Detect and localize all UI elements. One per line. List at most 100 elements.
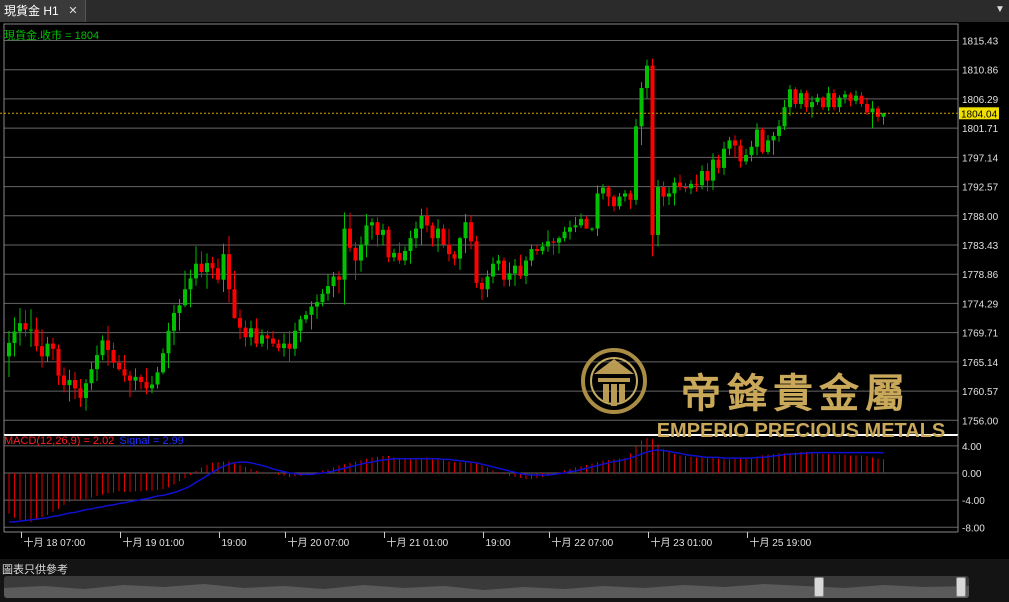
tab-chart[interactable]: 現貨金 H1 ✕ <box>0 0 86 22</box>
candle-body <box>568 227 572 232</box>
candle-body <box>595 193 600 229</box>
candle-body <box>45 343 50 357</box>
price-tick-label: 1765.14 <box>962 358 999 369</box>
candle-body <box>95 355 99 370</box>
candle-body <box>733 140 737 146</box>
candle-body <box>128 375 132 381</box>
navigator-scrollbar[interactable] <box>4 576 969 598</box>
candle-body <box>859 95 864 104</box>
candle-body <box>562 231 567 239</box>
candle <box>634 118 638 205</box>
price-tick-label: 1801.71 <box>962 124 999 135</box>
candle-body <box>78 388 83 398</box>
candle-body <box>480 282 484 290</box>
candle-body <box>133 376 138 381</box>
x-tick-label: 十月 20 07:00 <box>288 536 350 549</box>
candle-body <box>645 65 649 88</box>
candle-body <box>89 369 94 384</box>
navigator-left-handle[interactable] <box>814 577 824 597</box>
tab-label: 現貨金 H1 <box>4 4 59 18</box>
footer-note: 圖表只供參考 <box>2 564 68 576</box>
candle-body <box>700 171 704 186</box>
menu-arrow-icon[interactable]: ▼ <box>995 2 1005 18</box>
candle-body <box>540 246 545 251</box>
candle-body <box>661 187 666 197</box>
candle-body <box>881 113 886 117</box>
candle-body <box>62 375 66 386</box>
candle <box>474 235 479 288</box>
chart-area[interactable]: 1815.43 1810.86 1806.29 1801.71 1797.14 1792.… <box>0 22 1009 559</box>
candle-body <box>694 183 699 186</box>
candle-body <box>260 335 264 344</box>
candle-body <box>436 228 440 239</box>
candle-body <box>18 323 22 332</box>
x-tick-label: 十月 25 19:00 <box>750 536 812 549</box>
brand-name-en: EMPERIO PRECIOUS METALS <box>657 420 946 442</box>
candle-body <box>364 225 369 245</box>
candle-body <box>755 129 759 147</box>
candle-body <box>320 293 325 303</box>
candle-body <box>271 338 275 344</box>
candle-body <box>760 129 765 152</box>
candle-body <box>815 97 820 103</box>
candle-body <box>628 193 633 200</box>
candle <box>386 226 391 263</box>
candle-body <box>848 94 853 101</box>
x-tick-label: 十月 19 01:00 <box>123 536 185 549</box>
candle-body <box>590 228 594 230</box>
candle-body <box>183 289 187 306</box>
x-tick-label: 十月 18 07:00 <box>24 536 86 549</box>
candle-body <box>529 249 534 261</box>
candle-body <box>287 343 292 349</box>
candle-body <box>738 145 743 162</box>
macd-tick-label: 4.00 <box>962 442 982 453</box>
macd-tick-label: 0.00 <box>962 469 982 480</box>
candle-body <box>7 342 11 357</box>
brand-name-cn: 帝鋒貴金屬 <box>681 370 911 417</box>
price-tick-label: 1783.43 <box>962 241 999 252</box>
candle-body <box>452 254 457 259</box>
candle-body <box>122 369 127 376</box>
price-tick-label: 1815.43 <box>962 37 999 48</box>
candle-body <box>188 278 193 290</box>
candle-body <box>111 350 116 363</box>
x-tick-label: 十月 23 01:00 <box>651 536 713 549</box>
candle-body <box>551 241 556 243</box>
candle-body <box>601 187 605 194</box>
candle-body <box>617 196 622 207</box>
candle-body <box>397 252 402 261</box>
candle-body <box>441 228 446 245</box>
candle-body <box>227 254 231 290</box>
candle-body <box>507 273 512 280</box>
candle-body <box>584 218 589 229</box>
price-tick-label: 1806.29 <box>962 95 999 106</box>
candle-body <box>155 372 160 385</box>
navigator-right-handle[interactable] <box>956 577 966 597</box>
price-tick-label: 1769.71 <box>962 329 999 340</box>
candle-body <box>265 335 270 339</box>
price-tick-label: 1778.86 <box>962 270 999 281</box>
footer: 圖表只供參考 <box>0 559 1009 602</box>
candle-body <box>799 93 803 104</box>
candle-body <box>370 222 374 226</box>
candle-body <box>326 286 330 294</box>
candle-body <box>216 268 220 280</box>
candle-body <box>199 263 204 273</box>
candle-body <box>463 222 468 239</box>
candle-body <box>29 329 33 331</box>
candle-body <box>403 250 407 261</box>
price-tick-label: 1756.00 <box>962 416 999 427</box>
candle-body <box>205 263 209 273</box>
candle-body <box>716 159 721 168</box>
candle-body <box>667 193 671 197</box>
candle-body <box>194 263 198 279</box>
candle-body <box>711 159 715 181</box>
close-icon[interactable]: ✕ <box>66 4 80 18</box>
candle <box>650 58 655 257</box>
candle-body <box>249 328 253 338</box>
navigator-overview <box>4 584 969 598</box>
candle-body <box>535 249 539 251</box>
candle-body <box>100 340 105 356</box>
candle-body <box>782 107 787 127</box>
candle-body <box>656 187 660 235</box>
